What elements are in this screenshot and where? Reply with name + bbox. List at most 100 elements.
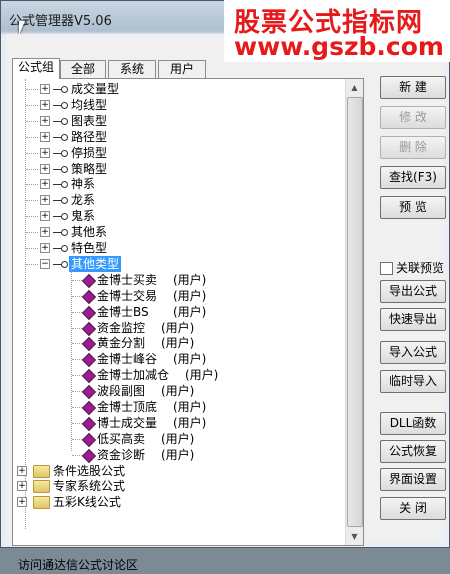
find-button[interactable]: 查找(F3) xyxy=(380,166,446,189)
key-icon xyxy=(53,196,68,204)
formula-diamond-icon xyxy=(81,321,97,337)
expand-icon[interactable]: + xyxy=(17,481,27,491)
tree-group-item[interactable]: 图表型 xyxy=(71,113,107,129)
tab-system[interactable]: 系统 xyxy=(108,60,156,78)
close-button[interactable]: 关 闭 xyxy=(380,497,446,520)
tree-guide-line xyxy=(26,137,38,139)
tree-guide-line xyxy=(72,391,82,393)
tree-group-item[interactable]: 均线型 xyxy=(71,97,107,113)
scroll-up-icon[interactable]: ▲ xyxy=(346,79,363,96)
watermark-banner: 股票公式指标网 www.gszb.com xyxy=(224,0,450,62)
tree-guide-line xyxy=(72,280,82,282)
expand-icon[interactable]: + xyxy=(40,243,50,253)
formula-owner-tag: (用户) xyxy=(161,448,195,462)
formula-name[interactable]: 金博士BS xyxy=(97,304,149,320)
tree-folder-item[interactable]: 条件选股公式 xyxy=(53,463,125,479)
expand-icon[interactable]: + xyxy=(40,84,50,94)
folder-icon xyxy=(33,465,50,478)
key-icon xyxy=(53,165,68,173)
new-button[interactable]: 新 建 xyxy=(380,76,446,99)
linked-preview-checkbox[interactable] xyxy=(380,262,393,275)
tree-guide-line xyxy=(72,423,82,425)
tree-guide-line xyxy=(72,312,82,314)
tree-group-item[interactable]: 停损型 xyxy=(71,145,107,161)
expand-icon[interactable]: + xyxy=(40,132,50,142)
formula-owner-tag: (用户) xyxy=(161,321,195,335)
formula-name[interactable]: 资金诊断 xyxy=(97,447,145,463)
formula-name[interactable]: 资金监控 xyxy=(97,320,145,336)
delete-button[interactable]: 删 除 xyxy=(380,136,446,159)
tree-scrollbar[interactable]: ▲ ▼ xyxy=(345,79,363,545)
expand-icon[interactable]: + xyxy=(40,148,50,158)
tree-folder-item[interactable]: 专家系统公式 xyxy=(53,478,125,494)
formula-name[interactable]: 波段副图 xyxy=(97,383,145,399)
formula-diamond-icon xyxy=(81,368,97,384)
formula-owner-tag: (用户) xyxy=(173,305,207,319)
formula-diamond-icon xyxy=(81,352,97,368)
formula-name[interactable]: 金博士顶底 xyxy=(97,399,157,415)
scroll-thumb[interactable] xyxy=(347,97,363,527)
tree-group-item[interactable]: 成交量型 xyxy=(71,81,119,97)
formula-restore-button[interactable]: 公式恢复 xyxy=(380,440,446,463)
expand-icon[interactable]: + xyxy=(40,164,50,174)
formula-name[interactable]: 金博士加减仓 xyxy=(97,367,169,383)
formula-name[interactable]: 黄金分割 xyxy=(97,335,145,351)
quick-export-button[interactable]: 快速导出 xyxy=(380,308,446,331)
formula-name[interactable]: 金博士峰谷 xyxy=(97,351,157,367)
export-button[interactable]: 导出公式 xyxy=(380,280,446,303)
tree-guide-line xyxy=(26,232,38,234)
tree-group-item[interactable]: 路径型 xyxy=(71,129,107,145)
preview-button[interactable]: 预 览 xyxy=(380,196,446,219)
tree-folder-item[interactable]: 五彩K线公式 xyxy=(53,494,121,510)
expand-icon[interactable]: + xyxy=(40,227,50,237)
expand-icon[interactable]: + xyxy=(40,100,50,110)
formula-name[interactable]: 博士成交量 xyxy=(97,415,157,431)
tree-group-item[interactable]: 神系 xyxy=(71,176,95,192)
mouse-cursor-icon xyxy=(19,21,25,35)
tree-group-item[interactable]: 鬼系 xyxy=(71,208,95,224)
formula-name[interactable]: 低买高卖 xyxy=(97,431,145,447)
dll-function-button[interactable]: DLL函数 xyxy=(380,412,446,435)
client-area: 公式组 全部 系统 用户 + 成交量型 + 均线型 + 图表型 + 路径型 + 停损型 + 策略型 + 神… xyxy=(6,34,446,572)
formula-diamond-icon xyxy=(81,289,97,305)
scroll-down-icon[interactable]: ▼ xyxy=(346,528,363,545)
key-icon xyxy=(53,244,68,252)
import-button[interactable]: 导入公式 xyxy=(380,341,446,364)
tree-guide-line xyxy=(72,359,82,361)
formula-diamond-icon xyxy=(81,384,97,400)
tree-group-item[interactable]: 其他系 xyxy=(71,224,107,240)
tab-user[interactable]: 用户 xyxy=(158,60,206,78)
edit-button[interactable]: 修 改 xyxy=(380,106,446,129)
formula-owner-tag: (用户) xyxy=(173,416,207,430)
tree-group-item[interactable]: 龙系 xyxy=(71,192,95,208)
tree-group-item[interactable]: 特色型 xyxy=(71,240,107,256)
expand-icon[interactable]: + xyxy=(40,116,50,126)
tree-guide-line xyxy=(26,248,38,250)
temp-import-button[interactable]: 临时导入 xyxy=(380,370,446,393)
tree-guide-line xyxy=(72,455,82,457)
formula-name[interactable]: 金博士交易 xyxy=(97,288,157,304)
collapse-icon[interactable]: − xyxy=(40,259,50,269)
formula-name[interactable]: 金博士买卖 xyxy=(97,272,157,288)
key-icon xyxy=(53,149,68,157)
formula-tree[interactable]: + 成交量型 + 均线型 + 图表型 + 路径型 + 停损型 + 策略型 + 神系 + 龙系 + 鬼系 + 其他系 + 特… xyxy=(13,79,345,545)
tree-guide-line xyxy=(72,343,82,345)
formula-owner-tag: (用户) xyxy=(161,432,195,446)
folder-icon xyxy=(33,496,50,509)
expand-icon[interactable]: + xyxy=(40,211,50,221)
formula-owner-tag: (用户) xyxy=(161,384,195,398)
expand-icon[interactable]: + xyxy=(40,195,50,205)
formula-owner-tag: (用户) xyxy=(173,273,207,287)
tab-formula-group[interactable]: 公式组 xyxy=(12,58,60,79)
tree-group-item[interactable]: 策略型 xyxy=(71,161,107,177)
ui-settings-button[interactable]: 界面设置 xyxy=(380,468,446,491)
expand-icon[interactable]: + xyxy=(40,179,50,189)
tree-group-item-selected[interactable]: 其他类型 xyxy=(69,256,122,272)
status-link[interactable]: 访问通达信公式讨论区 xyxy=(12,556,450,574)
expand-icon[interactable]: + xyxy=(17,497,27,507)
key-icon xyxy=(53,260,68,268)
tab-all[interactable]: 全部 xyxy=(60,60,106,78)
expand-icon[interactable]: + xyxy=(17,466,27,476)
tree-guide-line xyxy=(72,375,82,377)
tree-guide-line xyxy=(26,89,38,91)
